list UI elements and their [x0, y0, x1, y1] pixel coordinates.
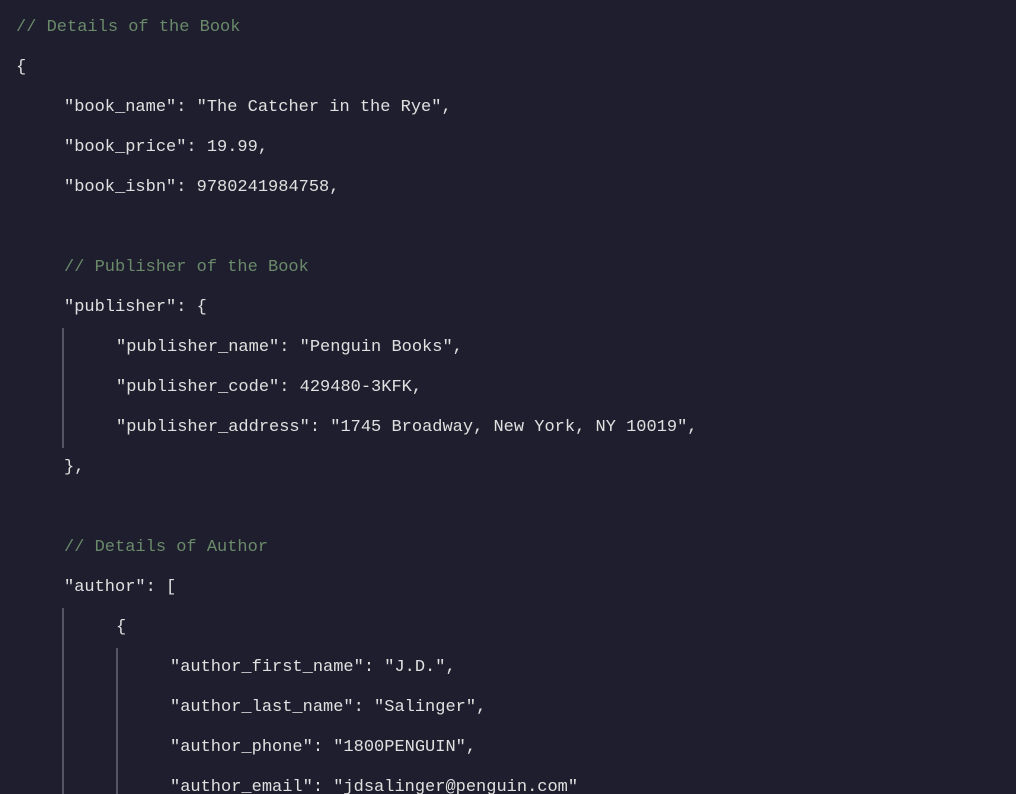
val-author-phone: "1800PENGUIN",: [333, 730, 476, 766]
author-inner-content: "author_first_name": "J.D.", "author_las…: [118, 648, 1016, 794]
blank-line-1: [0, 208, 1016, 248]
line-author-open: "author": [: [0, 568, 1016, 608]
val-publisher-code: 429480-3KFK,: [300, 370, 422, 406]
key-publisher-code: "publisher_code": [116, 370, 279, 406]
publisher-block: "publisher_name": "Penguin Books", "publ…: [0, 328, 1016, 448]
val-author-last-name: "Salinger",: [374, 690, 486, 726]
key-author-first-name: "author_first_name": [170, 650, 364, 686]
line-publisher-address: "publisher_address": "1745 Broadway, New…: [116, 408, 1016, 448]
key-author: "author": [64, 570, 146, 606]
line-publisher-code: "publisher_code": 429480-3KFK,: [116, 368, 1016, 408]
val-publisher-name: "Penguin Books",: [300, 330, 463, 366]
val-book-name: "The Catcher in the Rye",: [197, 90, 452, 126]
line-author-obj-open: {: [116, 608, 1016, 648]
author-block: { "author_first_name": "J.D.", "author_l…: [0, 608, 1016, 794]
line-publisher-name: "publisher_name": "Penguin Books",: [116, 328, 1016, 368]
comment-details-book: // Details of the Book: [16, 10, 240, 46]
publisher-content: "publisher_name": "Penguin Books", "publ…: [64, 328, 1016, 448]
line-comment-publisher: // Publisher of the Book: [0, 248, 1016, 288]
line-publisher-close: },: [0, 448, 1016, 488]
blank-line-2: [0, 488, 1016, 528]
line-comment-author: // Details of Author: [0, 528, 1016, 568]
open-brace: {: [16, 50, 26, 86]
close-publisher-brace: },: [64, 450, 84, 486]
line-author-last-name: "author_last_name": "Salinger",: [170, 688, 1016, 728]
key-author-phone: "author_phone": [170, 730, 313, 766]
line-publisher-open: "publisher": {: [0, 288, 1016, 328]
line-book-isbn: "book_isbn": 9780241984758,: [0, 168, 1016, 208]
val-author-first-name: "J.D.",: [384, 650, 455, 686]
line-author-email: "author_email": "jdsalinger@penguin.com": [170, 768, 1016, 794]
key-publisher: "publisher": [64, 290, 176, 326]
author-inner-block: "author_first_name": "J.D.", "author_las…: [116, 648, 1016, 794]
line-book-price: "book_price": 19.99,: [0, 128, 1016, 168]
key-book-name: "book_name": [64, 90, 176, 126]
line-author-phone: "author_phone": "1800PENGUIN",: [170, 728, 1016, 768]
comment-publisher: // Publisher of the Book: [64, 250, 309, 286]
key-author-email: "author_email": [170, 770, 313, 794]
key-book-price: "book_price": [64, 130, 186, 166]
line-1: // Details of the Book: [0, 8, 1016, 48]
key-publisher-address: "publisher_address": [116, 410, 310, 446]
key-book-isbn: "book_isbn": [64, 170, 176, 206]
val-publisher-address: "1745 Broadway, New York, NY 10019",: [330, 410, 697, 446]
line-author-first-name: "author_first_name": "J.D.",: [170, 648, 1016, 688]
key-publisher-name: "publisher_name": [116, 330, 279, 366]
line-2: {: [0, 48, 1016, 88]
author-content: { "author_first_name": "J.D.", "author_l…: [64, 608, 1016, 794]
val-book-isbn: 9780241984758,: [197, 170, 340, 206]
code-editor: // Details of the Book { "book_name": "T…: [0, 0, 1016, 794]
comment-author: // Details of Author: [64, 530, 268, 566]
val-author-email: "jdsalinger@penguin.com": [333, 770, 578, 794]
line-book-name: "book_name": "The Catcher in the Rye",: [0, 88, 1016, 128]
key-author-last-name: "author_last_name": [170, 690, 354, 726]
val-book-price: 19.99,: [207, 130, 268, 166]
